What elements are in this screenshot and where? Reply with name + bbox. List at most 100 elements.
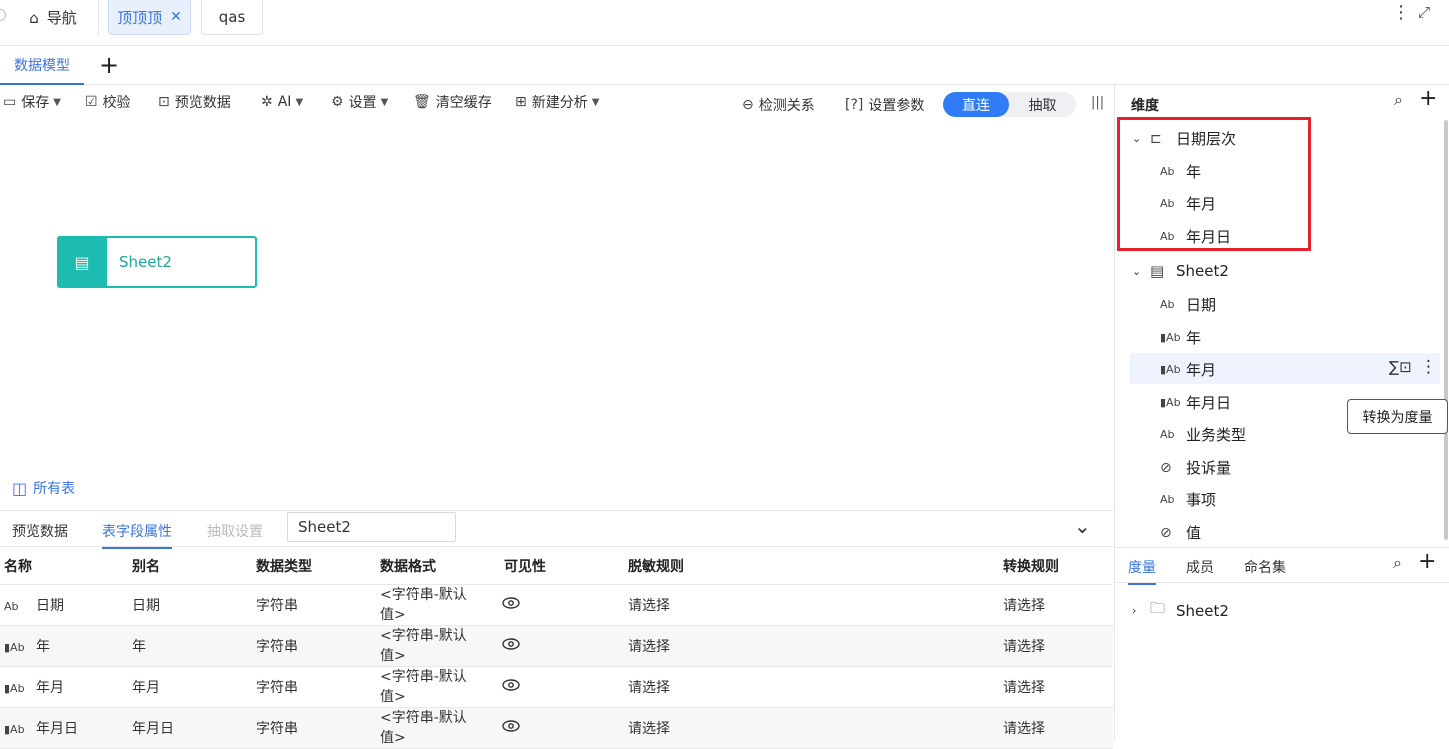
detect-relation-button[interactable]: ⊖ 检测关系 [742, 94, 815, 116]
cell-format[interactable]: <字符串-默认 值> [376, 625, 500, 667]
cell-type: 字符串 [252, 707, 376, 749]
add-icon[interactable]: + [1419, 86, 1437, 111]
preview-icon: ⊡ [158, 94, 170, 110]
tree-item-sheet[interactable]: ⌄ ▤ Sheet2 [1132, 262, 1229, 280]
cell-format[interactable]: <字符串-默认 值> [376, 666, 500, 708]
measure-tabs: 度量 成员 命名集 ⌕ + [1114, 547, 1449, 585]
all-tables-button[interactable]: ◫ 所有表 [12, 478, 75, 498]
dimension-type-icon: ▮Ab [4, 640, 25, 654]
tree-item-field[interactable]: Ab 业务类型 [1160, 424, 1246, 445]
tab-preview-data[interactable]: 预览数据 [12, 521, 68, 541]
cell-alias[interactable]: 日期 [128, 584, 252, 626]
table-row[interactable]: ▮Ab 年月日 年月日 字符串 <字符串-默认 值> 请选择 请选择 [0, 707, 1113, 749]
divider [98, 0, 99, 35]
chevron-down-icon[interactable]: ⌄ [1132, 265, 1150, 278]
dimension-type-icon: ▮Ab [4, 722, 25, 736]
tab-label: qas [218, 8, 246, 26]
validate-icon: ☑ [85, 94, 98, 110]
add-icon[interactable]: + [99, 52, 119, 78]
tab-members[interactable]: 成员 [1186, 557, 1214, 577]
preview-button[interactable]: ⊡ 预览数据 [158, 91, 231, 113]
tree-item-field[interactable]: Ab 日期 [1160, 294, 1216, 315]
validate-button[interactable]: ☑ 校验 [85, 91, 131, 113]
trash-icon: 🗑 [413, 94, 431, 110]
gear-icon: ⚙ [331, 94, 344, 110]
cell-mask[interactable]: 请选择 [624, 666, 999, 708]
tree-item-field[interactable]: ⊘ 值 [1160, 522, 1201, 543]
panel-toggle-icon[interactable]: ||| [1091, 95, 1104, 110]
top-tab-bar: ⌂ 导航 顶顶顶 ✕ qas ⋮ ⤢ [0, 0, 1449, 46]
cell-name: ▮Ab 年月日 [0, 707, 128, 749]
string-type-icon: Ab [4, 599, 19, 613]
cell-format[interactable]: <字符串-默认 值> [376, 707, 500, 749]
scrollbar[interactable] [1444, 120, 1448, 540]
home-icon: ⌂ [29, 8, 39, 27]
table-row[interactable]: ▮Ab 年 年 字符串 <字符串-默认 值> 请选择 请选择 [0, 625, 1113, 667]
table-row[interactable]: ▮Ab 年月 年月 字符串 <字符串-默认 值> 请选择 请选择 [0, 666, 1113, 708]
cell-alias[interactable]: 年月 [128, 666, 252, 708]
cell-mask[interactable]: 请选择 [624, 625, 999, 667]
col-name: 名称 [0, 548, 128, 585]
ai-button[interactable]: ✲ AI ▼ [261, 91, 303, 113]
tree-item-field[interactable]: ⊘ 投诉量 [1160, 457, 1231, 478]
convert-to-measure-icon[interactable]: ∑⊡ [1389, 358, 1412, 376]
tab-label: 导航 [46, 9, 77, 27]
string-type-icon: Ab [1160, 493, 1175, 506]
settings-button[interactable]: ⚙ 设置 ▼ [331, 91, 388, 113]
cell-alias[interactable]: 年月日 [128, 707, 252, 749]
set-params-button[interactable]: [?] 设置参数 [845, 94, 924, 116]
cell-format[interactable]: <字符串-默认 值> [376, 584, 500, 626]
mode-direct-button[interactable]: 直连 [943, 92, 1009, 117]
dimension-title: 维度 [1131, 98, 1159, 114]
tree-item-measure-folder[interactable]: › 🗀 Sheet2 [1132, 598, 1229, 623]
search-icon[interactable]: ⌕ [1394, 90, 1403, 110]
clear-cache-button[interactable]: 🗑 清空缓存 [413, 91, 492, 113]
expand-icon[interactable]: ⤢ [1418, 3, 1430, 21]
eye-icon[interactable] [500, 666, 624, 708]
tab-data-model[interactable]: 数据模型 [0, 46, 84, 85]
save-button[interactable]: ▭ 保存 ▼ [3, 91, 61, 113]
tree-item-field[interactable]: Ab 事项 [1160, 489, 1216, 510]
cell-mask[interactable]: 请选择 [624, 584, 999, 626]
cell-convert[interactable]: 请选择 [999, 666, 1113, 708]
ai-icon: ✲ [261, 94, 273, 110]
tab-label: 顶顶顶 [117, 8, 163, 27]
tab-qas[interactable]: qas [201, 0, 263, 35]
tab-field-properties[interactable]: 表字段属性 [102, 521, 172, 549]
more-vertical-icon[interactable]: ⋮ [1392, 2, 1410, 23]
cell-name: ▮Ab 年 [0, 625, 128, 667]
cell-convert[interactable]: 请选择 [999, 707, 1113, 749]
chevron-down-icon[interactable]: ⌄ [1074, 514, 1091, 538]
add-icon[interactable]: + [1418, 549, 1436, 574]
tree-item-field[interactable]: ▮Ab 年月 [1160, 359, 1216, 380]
eye-icon[interactable] [500, 584, 624, 626]
new-analysis-button[interactable]: ⊞ 新建分析 ▼ [515, 91, 599, 113]
table-row[interactable]: Ab 日期 日期 字符串 <字符串-默认 值> 请选择 请选择 [0, 584, 1113, 626]
cell-alias[interactable]: 年 [128, 625, 252, 667]
cell-convert[interactable]: 请选择 [999, 625, 1113, 667]
table-header: 名称 别名 数据类型 数据格式 可见性 脱敏规则 转换规则 [0, 548, 1113, 585]
table-icon: ▤ [57, 236, 107, 288]
tooltip: 转换为度量 [1347, 399, 1448, 434]
tab-home[interactable]: ⌂ 导航 [10, 0, 96, 35]
cell-mask[interactable]: 请选择 [624, 707, 999, 749]
close-icon[interactable]: ✕ [170, 9, 182, 25]
tab-measure[interactable]: 度量 [1128, 557, 1156, 585]
mode-extract-button[interactable]: 抽取 [1009, 92, 1076, 117]
tree-item-field[interactable]: ▮Ab 年 [1160, 327, 1201, 348]
string-type-icon: Ab [1160, 428, 1175, 441]
cell-type: 字符串 [252, 666, 376, 708]
eye-icon[interactable] [500, 707, 624, 749]
eye-icon[interactable] [500, 625, 624, 667]
cell-convert[interactable]: 请选择 [999, 584, 1113, 626]
col-type: 数据类型 [252, 548, 376, 585]
chevron-right-icon[interactable]: › [1132, 604, 1150, 617]
tab-extract-settings[interactable]: 抽取设置 [207, 521, 263, 541]
tab-active[interactable]: 顶顶顶 ✕ [108, 0, 191, 35]
sheet-node[interactable]: ▤ Sheet2 [57, 236, 257, 288]
tab-named-sets[interactable]: 命名集 [1244, 557, 1286, 577]
sheet-select[interactable]: Sheet2 [287, 512, 456, 542]
search-icon[interactable]: ⌕ [1393, 553, 1402, 573]
tree-item-field[interactable]: ▮Ab 年月日 [1160, 392, 1231, 413]
more-vertical-icon[interactable]: ⋮ [1420, 357, 1437, 377]
